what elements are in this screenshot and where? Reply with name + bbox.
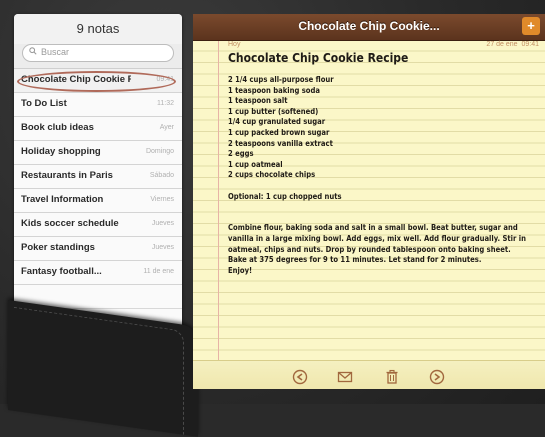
note-item-title: Restaurants in Paris [21,170,113,181]
note-item-date: Jueves [151,244,174,251]
search-icon [29,47,37,57]
margin-line [218,40,219,360]
pocket-stitching [14,306,184,435]
note-item-date: Viernes [150,196,174,203]
note-timestamp: 27 de ene 09:41 [486,41,539,48]
note-item-restaurants-paris[interactable]: Restaurants in Paris Sábado [14,165,182,189]
back-arrow-icon[interactable] [291,367,309,385]
note-item-date: Jueves [151,220,174,227]
note-title[interactable]: Chocolate Chip Cookie Recipe [228,51,408,65]
note-header-title: Chocolate Chip Cookie... [298,19,440,33]
note-time: 09:41 [521,41,539,48]
note-body[interactable]: 2 1/4 cups all-purpose flour 1 teaspoon … [228,75,529,276]
note-day-label: Hoy [228,41,241,48]
note-item-travel-info[interactable]: Travel Information Viernes [14,189,182,213]
note-item-poker-standings[interactable]: Poker standings Jueves [14,237,182,261]
note-toolbar [193,360,545,389]
search-input[interactable]: Buscar [22,44,174,62]
note-item-to-do-list[interactable]: To Do List 11:32 [14,93,182,117]
note-item-book-club[interactable]: Book club ideas Ayer [14,117,182,141]
note-item-fantasy-football[interactable]: Fantasy football... 11 de ene [14,261,182,285]
note-item-title: Holiday shopping [21,146,101,157]
note-item-date: Domingo [145,148,174,155]
note-panel: Chocolate Chip Cookie... + Hoy 27 de ene… [193,14,545,389]
note-item-title: Chocolate Chip Cookie Rec... [21,74,131,85]
note-item-title: To Do List [21,98,67,109]
note-item-chocolate-chip[interactable]: Chocolate Chip Cookie Rec... 09:41 [14,69,182,93]
trash-icon[interactable] [383,367,401,385]
search-placeholder: Buscar [41,47,70,57]
notes-count-title: 9 notas [14,14,182,44]
note-item-title: Fantasy football... [21,266,102,277]
note-item-date: Sábado [149,172,174,179]
note-item-title: Poker standings [21,242,95,253]
note-item-date: 11 de ene [143,268,174,275]
add-note-button[interactable]: + [522,17,540,35]
note-item-holiday-shopping[interactable]: Holiday shopping Domingo [14,141,182,165]
forward-arrow-icon[interactable] [428,367,446,385]
note-item-kids-soccer[interactable]: Kids soccer schedule Jueves [14,213,182,237]
mail-icon[interactable] [336,367,354,385]
note-item-date: 11:32 [157,100,174,107]
note-date: 27 de ene [486,41,518,48]
note-item-date: 09:41 [156,76,174,83]
note-item-title: Book club ideas [21,122,94,133]
note-item-date: Ayer [159,124,174,131]
note-item-title: Kids soccer schedule [21,218,119,229]
note-item-title: Travel Information [21,194,104,205]
note-header: Chocolate Chip Cookie... + [193,14,545,41]
